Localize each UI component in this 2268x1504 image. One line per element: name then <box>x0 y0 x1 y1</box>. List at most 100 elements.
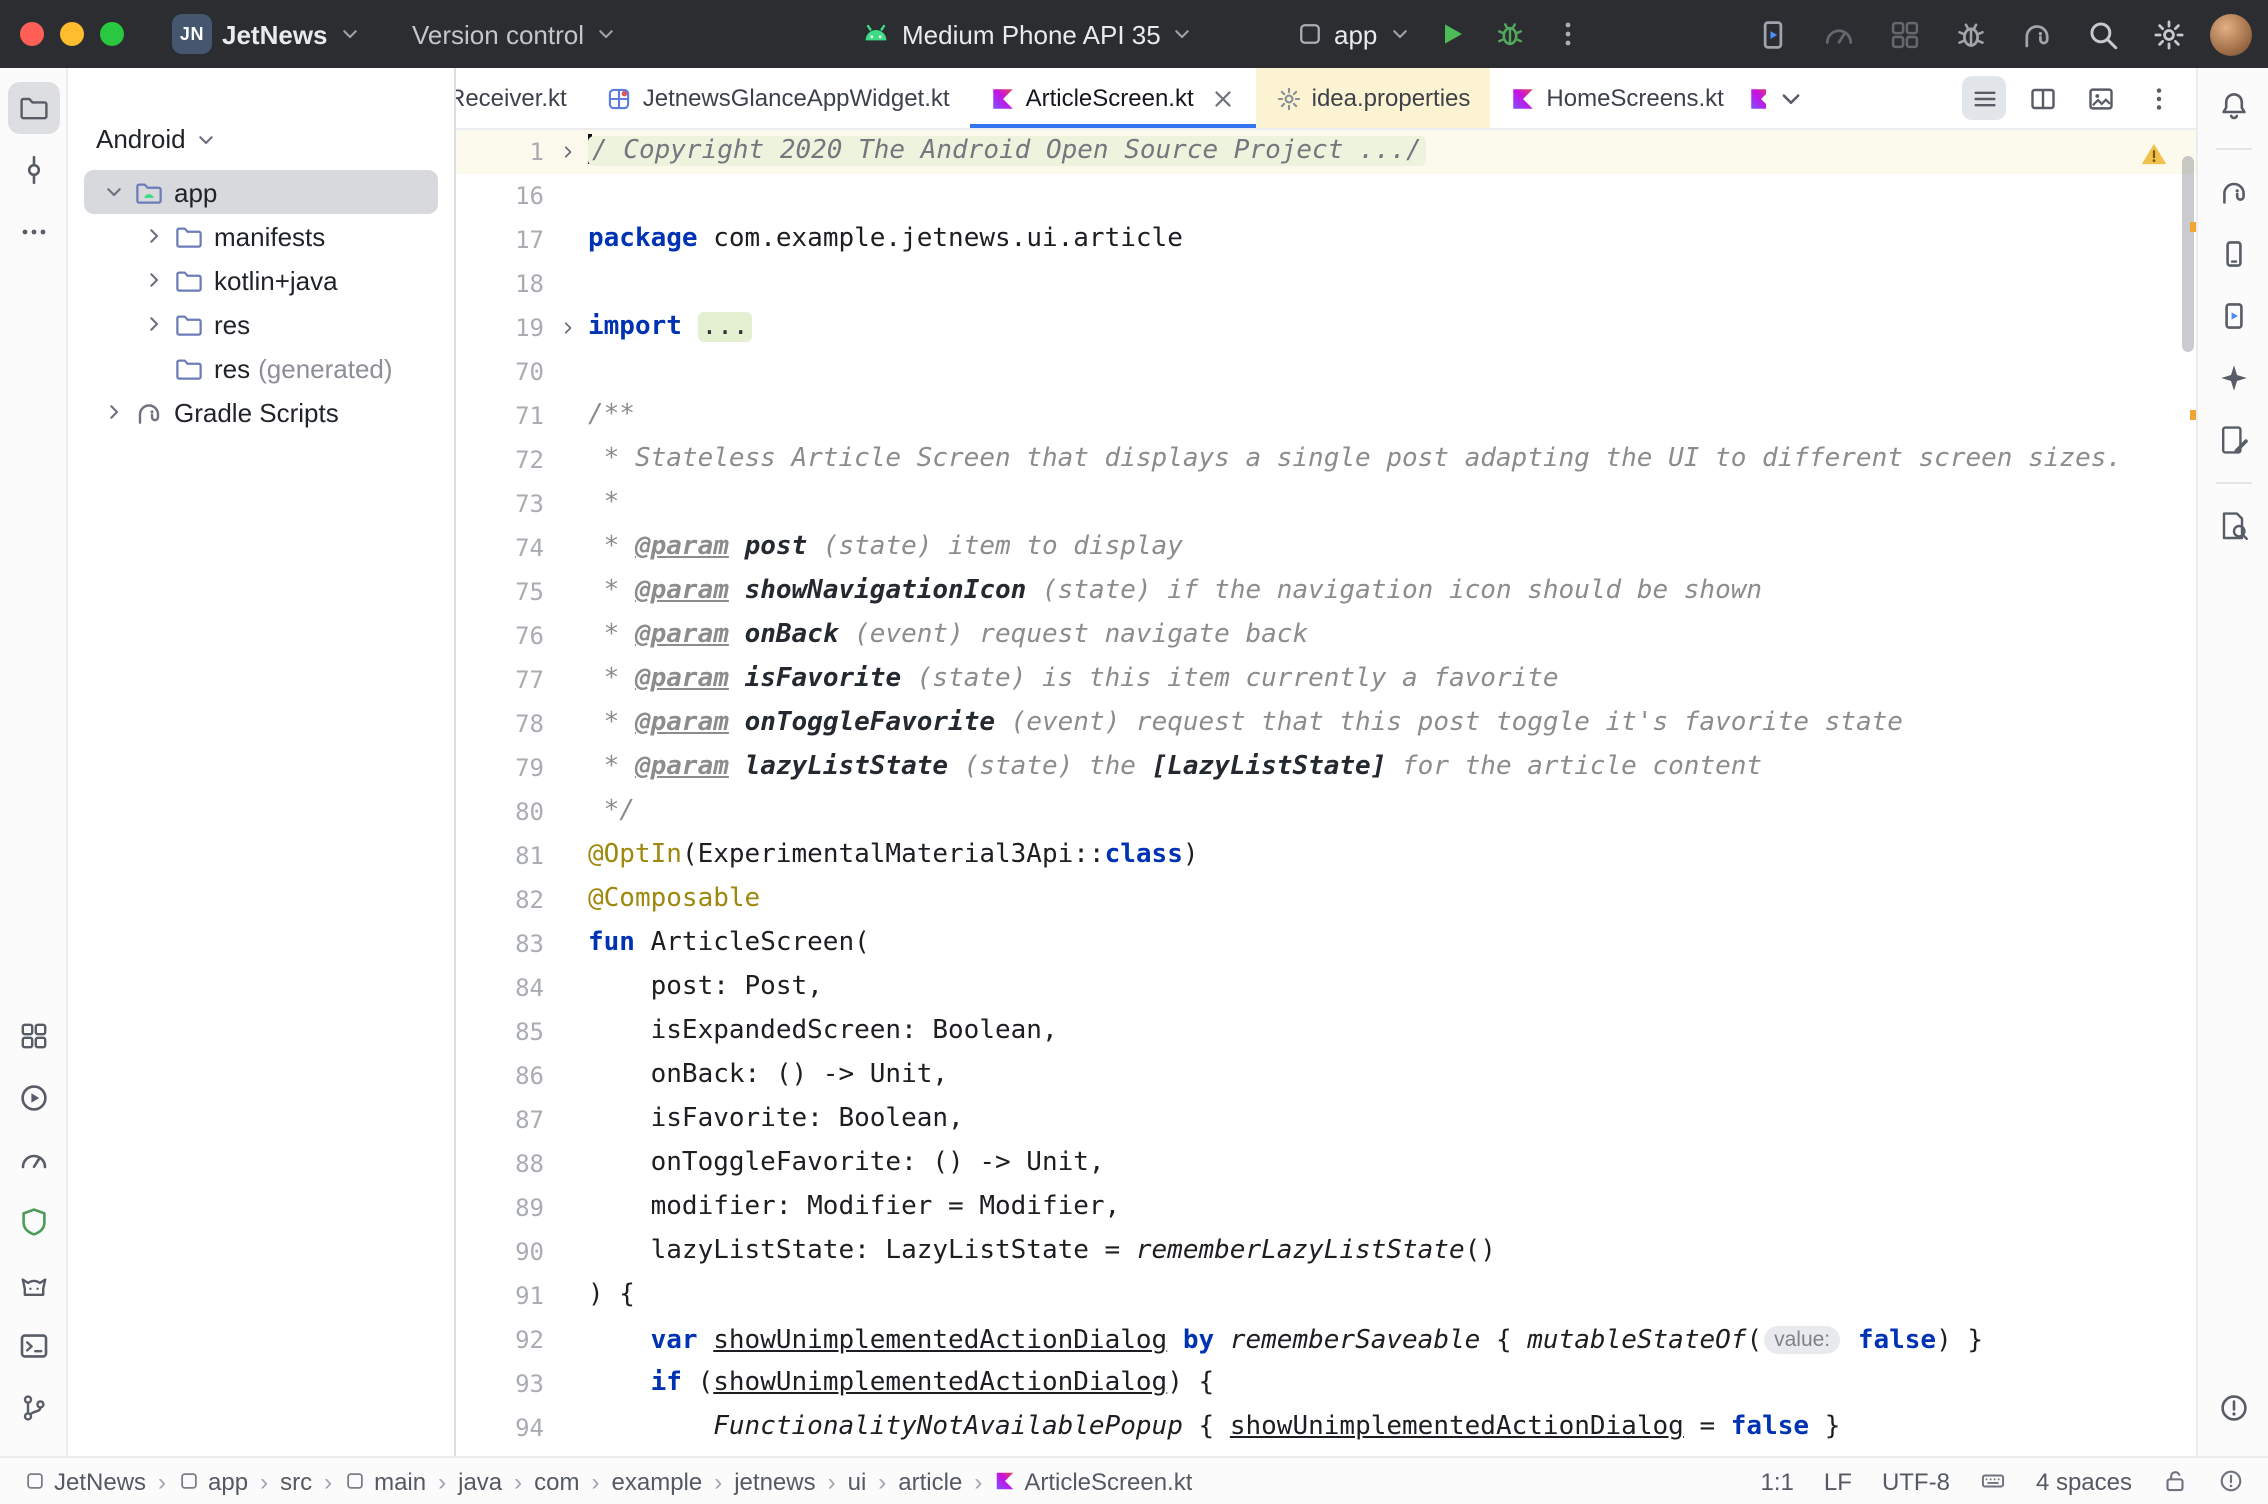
code-line-83[interactable]: 83fun ArticleScreen( <box>456 922 2196 966</box>
fold-indicator-icon[interactable] <box>548 130 588 174</box>
line-number[interactable]: 79 <box>456 746 548 790</box>
terminal-tool-button[interactable] <box>7 1320 59 1372</box>
close-tab-icon[interactable] <box>1210 85 1236 111</box>
code-line-90[interactable]: 90 lazyListState: LazyListState = rememb… <box>456 1230 2196 1274</box>
tree-item-res[interactable]: res <box>84 302 438 346</box>
line-number[interactable]: 18 <box>456 262 548 306</box>
tree-item-gradle-scripts[interactable]: Gradle Scripts <box>84 390 438 434</box>
editor-layout-button[interactable] <box>1962 76 2006 120</box>
search-everywhere-button[interactable] <box>2078 10 2126 58</box>
code-line-16[interactable]: 16 <box>456 174 2196 218</box>
code-line-84[interactable]: 84 post: Post, <box>456 966 2196 1010</box>
line-number[interactable]: 86 <box>456 1054 548 1098</box>
code-line-1[interactable]: 1/ Copyright 2020 The Android Open Sourc… <box>456 130 2196 174</box>
profiler-tool-button[interactable] <box>7 1134 59 1186</box>
line-number[interactable]: 85 <box>456 1010 548 1054</box>
breadcrumb-item-com[interactable]: com <box>534 1467 579 1495</box>
code-line-70[interactable]: 70 <box>456 350 2196 394</box>
line-number[interactable]: 92 <box>456 1318 548 1362</box>
code-line-87[interactable]: 87 isFavorite: Boolean, <box>456 1098 2196 1142</box>
breadcrumb-item-jetnews[interactable]: jetnews <box>734 1467 815 1495</box>
line-number[interactable]: 91 <box>456 1274 548 1318</box>
live-edit-tool-button[interactable] <box>2207 414 2259 466</box>
editor-tab-receiver-kt[interactable]: Receiver.kt <box>456 68 587 128</box>
code-line-82[interactable]: 82@Composable <box>456 878 2196 922</box>
line-number[interactable]: 17 <box>456 218 548 262</box>
editor-tab-articlescreen-kt[interactable]: ArticleScreen.kt <box>970 68 1256 128</box>
minimize-window-button[interactable] <box>60 22 84 46</box>
caret-position[interactable]: 1:1 <box>1761 1467 1794 1495</box>
breadcrumb-item-articlescreen-kt[interactable]: ArticleScreen.kt <box>994 1467 1192 1495</box>
settings-button[interactable] <box>2144 10 2192 58</box>
project-tool-button[interactable] <box>7 82 59 134</box>
gradle-tool-button[interactable] <box>2207 166 2259 218</box>
code-line-79[interactable]: 79 * @param lazyListState (state) the [L… <box>456 746 2196 790</box>
line-number[interactable]: 73 <box>456 482 548 526</box>
breadcrumb-item-main[interactable]: main <box>344 1467 426 1495</box>
unlock-icon[interactable] <box>2162 1468 2188 1494</box>
run-config-selector[interactable]: app <box>1296 0 1411 68</box>
breadcrumb-item-app[interactable]: app <box>178 1467 248 1495</box>
code-line-73[interactable]: 73 * <box>456 482 2196 526</box>
line-number[interactable]: 72 <box>456 438 548 482</box>
code-line-93[interactable]: 93 if (showUnimplementedActionDialog) { <box>456 1362 2196 1406</box>
keyboard-icon[interactable] <box>1980 1468 2006 1494</box>
line-number[interactable]: 82 <box>456 878 548 922</box>
project-widget[interactable]: JN JetNews <box>172 0 362 68</box>
device-manager-tool-button[interactable] <box>2207 228 2259 280</box>
run-tool-button[interactable] <box>7 1072 59 1124</box>
line-number[interactable]: 16 <box>456 174 548 218</box>
code-line-77[interactable]: 77 * @param isFavorite (state) is this i… <box>456 658 2196 702</box>
file-encoding[interactable]: UTF-8 <box>1882 1467 1950 1495</box>
line-number[interactable]: 75 <box>456 570 548 614</box>
breadcrumb-item-src[interactable]: src <box>280 1467 312 1495</box>
chevron-right-icon[interactable] <box>140 310 168 338</box>
editor-scrollbar[interactable] <box>2182 156 2194 352</box>
code-line-91[interactable]: 91) { <box>456 1274 2196 1318</box>
line-number[interactable]: 88 <box>456 1142 548 1186</box>
run-button[interactable] <box>1428 10 1476 58</box>
app-quality-insights-tool-button[interactable] <box>7 1196 59 1248</box>
running-devices-button[interactable] <box>1748 10 1796 58</box>
line-number[interactable]: 19 <box>456 306 548 350</box>
line-number[interactable]: 76 <box>456 614 548 658</box>
line-number[interactable]: 84 <box>456 966 548 1010</box>
preview-button[interactable] <box>2078 76 2122 120</box>
layout-inspector-tool-button[interactable] <box>2207 500 2259 552</box>
profiler-button[interactable] <box>1814 10 1862 58</box>
indent-setting[interactable]: 4 spaces <box>2036 1467 2132 1495</box>
line-number[interactable]: 1 <box>456 130 548 174</box>
code-line-17[interactable]: 17package com.example.jetnews.ui.article <box>456 218 2196 262</box>
editor-more-options-button[interactable] <box>2136 76 2180 120</box>
code-line-74[interactable]: 74 * @param post (state) item to display <box>456 526 2196 570</box>
logcat-tool-button[interactable] <box>7 1258 59 1310</box>
breadcrumb-item-ui[interactable]: ui <box>848 1467 867 1495</box>
editor-tab-idea-properties[interactable]: idea.properties <box>1256 68 1491 128</box>
inspections-status-icon[interactable] <box>2218 1468 2244 1494</box>
breadcrumb-item-java[interactable]: java <box>458 1467 502 1495</box>
inspections-widget[interactable] <box>2140 140 2168 174</box>
line-number[interactable]: 93 <box>456 1362 548 1406</box>
code-line-72[interactable]: 72 * Stateless Article Screen that displ… <box>456 438 2196 482</box>
code-line-81[interactable]: 81@OptIn(ExperimentalMaterial3Api::class… <box>456 834 2196 878</box>
line-number[interactable]: 80 <box>456 790 548 834</box>
build-analyzer-button[interactable] <box>1880 10 1928 58</box>
version-control-tool-button[interactable] <box>7 1382 59 1434</box>
code-line-19[interactable]: 19import ... <box>456 306 2196 350</box>
code-line-86[interactable]: 86 onBack: () -> Unit, <box>456 1054 2196 1098</box>
more-tool-windows-button[interactable] <box>7 206 59 258</box>
bug-report-button[interactable] <box>1946 10 1994 58</box>
project-view-selector[interactable]: Android <box>68 124 454 170</box>
tree-indent[interactable] <box>140 354 168 382</box>
tree-item-res[interactable]: res(generated) <box>84 346 438 390</box>
code-line-78[interactable]: 78 * @param onToggleFavorite (event) req… <box>456 702 2196 746</box>
line-number[interactable]: 94 <box>456 1406 548 1450</box>
tree-item-kotlin-java[interactable]: kotlin+java <box>84 258 438 302</box>
code-line-71[interactable]: 71/** <box>456 394 2196 438</box>
line-number[interactable]: 89 <box>456 1186 548 1230</box>
line-number[interactable]: 90 <box>456 1230 548 1274</box>
code-line-88[interactable]: 88 onToggleFavorite: () -> Unit, <box>456 1142 2196 1186</box>
more-run-actions-button[interactable] <box>1544 10 1592 58</box>
line-number[interactable]: 78 <box>456 702 548 746</box>
tree-item-manifests[interactable]: manifests <box>84 214 438 258</box>
